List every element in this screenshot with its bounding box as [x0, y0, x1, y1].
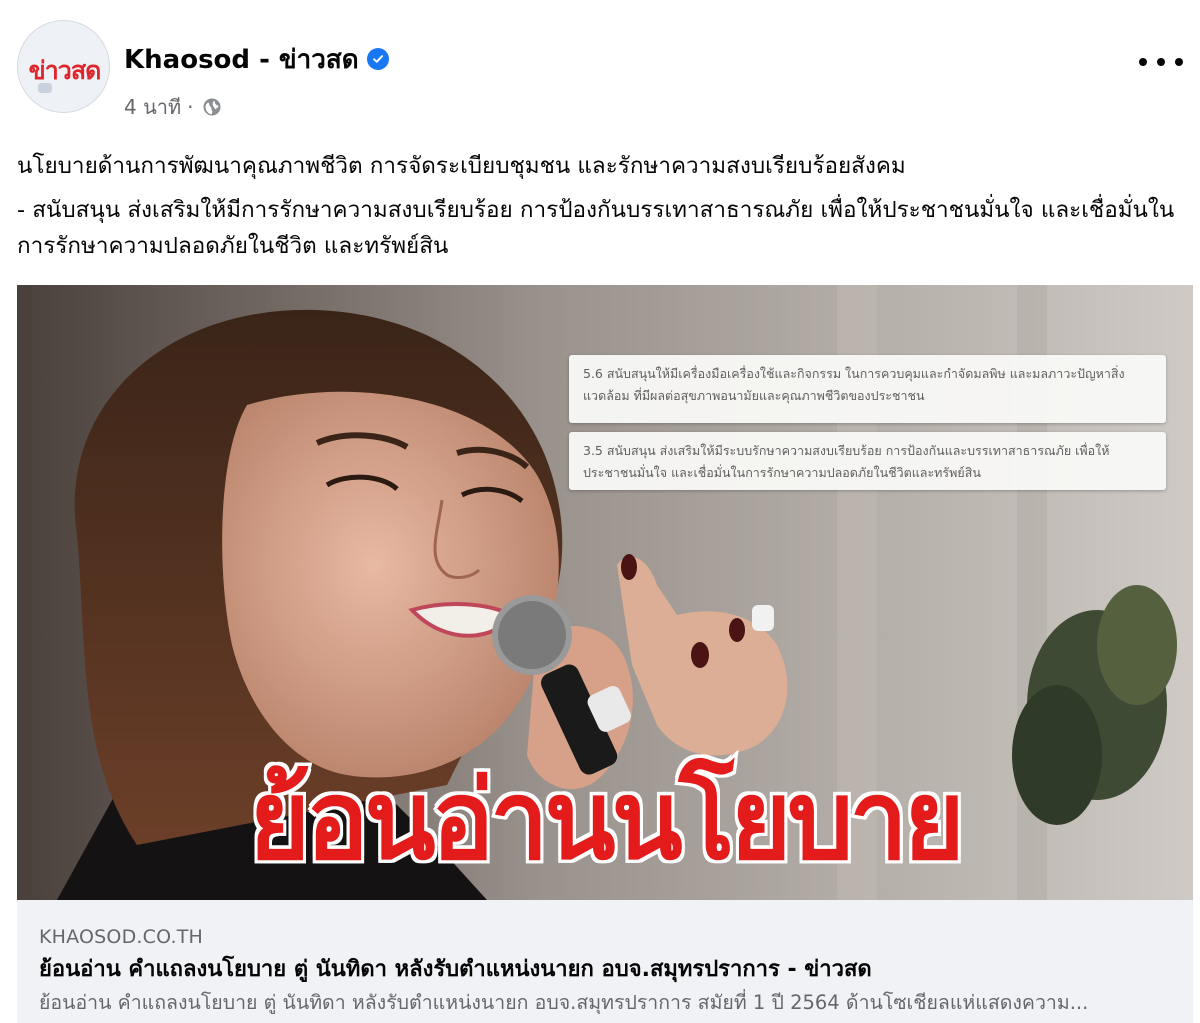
more-dot [1139, 58, 1147, 66]
verified-badge-icon [366, 48, 389, 70]
avatar-logo-mark [38, 83, 52, 93]
link-description: ย้อนอ่าน คำแถลงนโยบาย ตู่ นันทิดา หลังรั… [39, 991, 1089, 1014]
post-image[interactable]: 5.6 สนับสนุนให้มีเครื่องมือเครื่องใช้และ… [17, 285, 1193, 900]
more-options-button[interactable] [1139, 50, 1183, 74]
policy-excerpt-box: 3.5 สนับสนุน ส่งเสริมให้มีระบบรักษาความส… [569, 432, 1166, 490]
page-name-link[interactable]: Khaosod - ข่าวสด [124, 39, 359, 80]
post-message-line: นโยบายด้านการพัฒนาคุณภาพชีวิต การจัดระเบ… [17, 153, 906, 179]
post-header: ข่าวสด Khaosod - ข่าวสด 4 นาที · [17, 20, 1183, 119]
more-dot [1175, 58, 1183, 66]
more-dot [1157, 58, 1165, 66]
link-domain: KHAOSOD.CO.TH [39, 926, 204, 948]
post-message-line: - สนับสนุน ส่งเสริมให้มีการรักษาความสงบเ… [17, 197, 1175, 259]
meta-separator: · [187, 95, 194, 119]
post-message: นโยบายด้านการพัฒนาคุณภาพชีวิต การจัดระเบ… [17, 148, 1187, 264]
post-meta: 4 นาที · [124, 94, 222, 120]
post-timestamp[interactable]: 4 นาที [124, 91, 181, 123]
link-preview-card[interactable]: KHAOSOD.CO.TH ย้อนอ่าน คำแถลงนโยบาย ตู่ … [17, 900, 1193, 1023]
policy-excerpt-box: 5.6 สนับสนุนให้มีเครื่องมือเครื่องใช้และ… [569, 355, 1166, 423]
link-title[interactable]: ย้อนอ่าน คำแถลงนโยบาย ตู่ นันทิดา หลังรั… [39, 955, 1171, 985]
avatar-logo-text: ข่าวสด [28, 56, 102, 85]
page-avatar[interactable]: ข่าวสด [17, 20, 110, 113]
globe-icon[interactable] [202, 97, 222, 117]
image-headline: ย้อนอ่านนโยบาย [246, 753, 968, 887]
page-name-row: Khaosod - ข่าวสด [124, 42, 389, 76]
